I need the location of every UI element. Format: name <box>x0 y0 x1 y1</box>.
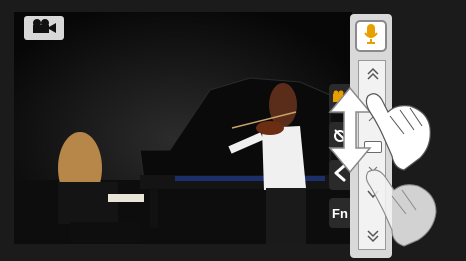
back-chevron-icon <box>333 164 347 187</box>
movie-mode-icon <box>332 90 348 109</box>
effect-tab[interactable] <box>329 122 351 152</box>
viewfinder-scene <box>0 0 466 261</box>
zoom-slider[interactable] <box>358 60 386 250</box>
small-chevron-down-icon[interactable] <box>359 165 387 173</box>
chevron-up-icon[interactable] <box>359 93 387 103</box>
microphone-icon <box>363 23 379 50</box>
effect-icon <box>332 127 348 148</box>
fn-button[interactable]: Fn <box>329 198 351 228</box>
double-chevron-down-icon[interactable] <box>359 229 387 243</box>
microphone-button[interactable] <box>355 20 387 52</box>
double-chevron-up-icon[interactable] <box>359 67 387 81</box>
fn-label: Fn <box>332 205 348 221</box>
small-chevron-up-icon[interactable] <box>359 115 387 123</box>
video-camera-icon <box>31 18 57 39</box>
video-mode-badge[interactable] <box>24 16 64 40</box>
chevron-down-icon[interactable] <box>359 189 387 199</box>
back-tab[interactable] <box>329 160 351 190</box>
movie-mode-tab[interactable] <box>329 84 351 114</box>
zoom-slider-thumb[interactable] <box>364 141 382 153</box>
